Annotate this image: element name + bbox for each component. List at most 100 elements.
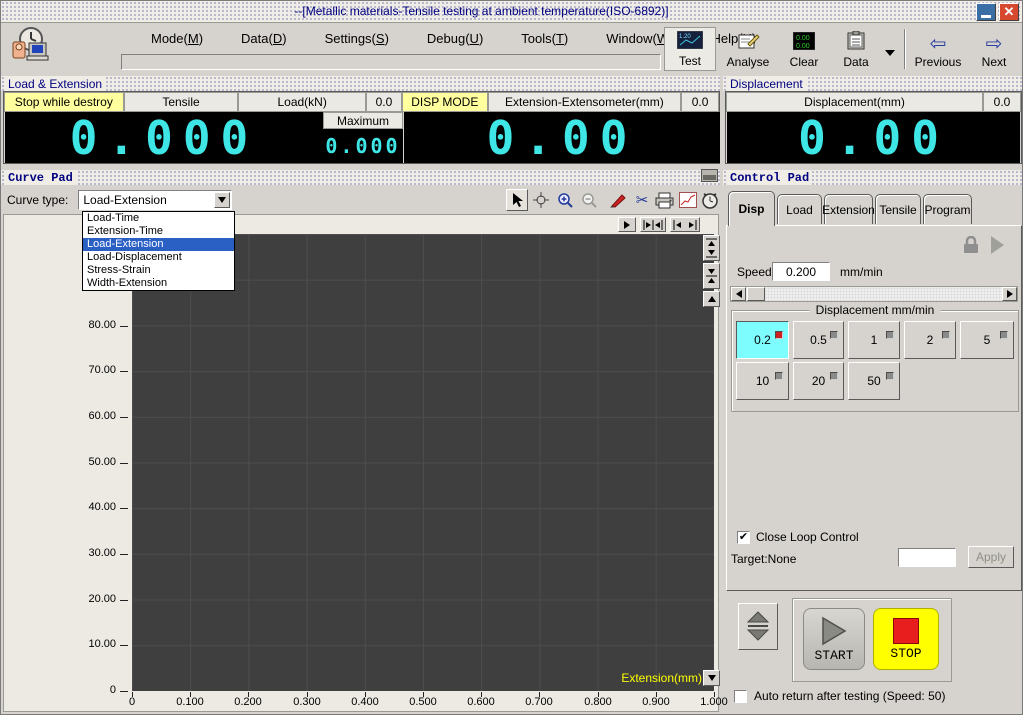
speed-preset-20[interactable]: 20 [793, 362, 844, 400]
clear-button[interactable]: 0.000.00 Clear [780, 27, 828, 71]
curve-view-button[interactable] [677, 189, 699, 211]
previous-button[interactable]: ⇦ Previous [909, 27, 967, 71]
dropdown-option[interactable]: Stress-Strain [83, 264, 234, 277]
tab-disp[interactable]: Disp [728, 191, 775, 226]
next-button[interactable]: ⇨ Next [969, 27, 1019, 71]
data-button[interactable]: Data [831, 27, 881, 71]
close-loop-checkbox[interactable]: ✔ [737, 531, 750, 544]
arrow-right-icon: ⇨ [986, 35, 1003, 53]
zoom-in-icon [557, 192, 574, 209]
load-extension-header-row: Stop while destroy Tensile Load(kN) 0.0 … [4, 92, 719, 112]
scroll-right-button[interactable] [618, 217, 636, 232]
analyse-button[interactable]: Analyse [720, 27, 776, 71]
speed-preset-10[interactable]: 10 [736, 362, 789, 400]
clipboard-icon [847, 31, 865, 53]
jog-up-down-icon [745, 610, 771, 644]
tab-program[interactable]: Program [923, 194, 972, 224]
test-button[interactable]: 1.20 Test [664, 27, 716, 71]
flag-icon [942, 331, 950, 339]
chart-plot[interactable]: Load Extension(mm) [132, 234, 714, 691]
tab-load[interactable]: Load [777, 194, 822, 224]
crosshair-tool-button[interactable] [530, 189, 552, 211]
tab-extension[interactable]: Extension [824, 194, 873, 224]
x-tick: 0 [129, 696, 135, 708]
pointer-tool-button[interactable] [506, 189, 528, 211]
pen-tool-button[interactable] [606, 189, 628, 211]
close-loop-label: Close Loop Control [756, 530, 859, 544]
speed-input[interactable] [772, 262, 830, 281]
cut-tool-button[interactable]: ✂ [631, 189, 653, 211]
stop-square-icon [893, 618, 919, 644]
menu-data[interactable]: Data(D) [241, 31, 287, 46]
auto-return-checkbox[interactable] [734, 690, 747, 703]
scrollbar-thumb[interactable] [747, 287, 765, 301]
speed-preset-2[interactable]: 2 [904, 321, 956, 359]
dropdown-option[interactable]: Width-Extension [83, 277, 234, 290]
flag-icon [775, 331, 783, 339]
extension-channel-cell: Extension-Extensometer(mm) [488, 92, 681, 112]
fit-vertical-expand-button[interactable] [703, 235, 720, 261]
scroll-up-button[interactable] [703, 291, 720, 307]
start-button[interactable]: START [803, 608, 865, 670]
speed-preset-1[interactable]: 1 [848, 321, 900, 359]
speed-preset-0.2[interactable]: 0.2 [736, 321, 789, 359]
dropdown-option[interactable]: Load-Displacement [83, 251, 234, 264]
fit-vertical-compress-button[interactable] [703, 263, 720, 289]
tab-tensile[interactable]: Tensile [875, 194, 921, 224]
stop-button[interactable]: STOP [873, 608, 939, 670]
minimize-button[interactable] [976, 3, 996, 21]
dropdown-option[interactable]: Extension-Time [83, 225, 234, 238]
dropdown-option-selected[interactable]: Load-Extension [83, 238, 234, 251]
y-tick: 70.00 [4, 364, 116, 376]
target-input[interactable] [898, 548, 956, 567]
menu-mode[interactable]: Mode(M) [151, 31, 203, 46]
clock-icon [701, 191, 719, 209]
jog-button[interactable] [738, 603, 778, 650]
print-button[interactable] [653, 189, 675, 211]
check-icon: ✔ [739, 532, 748, 543]
panel-window-icon[interactable] [701, 169, 718, 182]
load-channel-cell: Load(kN) [238, 92, 366, 112]
speed-scrollbar[interactable] [730, 286, 1018, 302]
scroll-down-button[interactable] [703, 670, 720, 686]
x-tick: 0.200 [234, 696, 262, 708]
control-pad-section-title: Control Pad [727, 171, 812, 185]
target-label: Target:None [731, 552, 796, 566]
menu-settings[interactable]: Settings(S) [325, 31, 389, 46]
fit-horizontal-expand-button[interactable] [670, 217, 700, 232]
extension-header-value: 0.0 [681, 92, 719, 112]
chevron-down-icon [885, 50, 895, 56]
zoom-in-tool-button[interactable] [554, 189, 576, 211]
speed-preset-0.5[interactable]: 0.5 [793, 321, 844, 359]
speed-preset-50[interactable]: 50 [848, 362, 900, 400]
dropdown-option[interactable]: Load-Time [83, 212, 234, 225]
speed-preset-5[interactable]: 5 [960, 321, 1014, 359]
combobox-dropdown-button[interactable] [214, 192, 230, 208]
curve-type-label: Curve type: [7, 193, 68, 207]
fit-v-expand-icon [706, 238, 717, 258]
menu-tools[interactable]: Tools(T) [521, 31, 568, 46]
y-tick: 20.00 [4, 593, 116, 605]
displacement-panel: Displacement(mm) 0.0 0.00 [725, 91, 1022, 164]
arrow-up-icon [708, 296, 716, 302]
data-dropdown-button[interactable] [885, 45, 895, 59]
y-tick: 10.00 [4, 638, 116, 650]
timer-button[interactable] [699, 189, 721, 211]
y-tick: 60.00 [4, 410, 116, 422]
scrollbar-left-button[interactable] [731, 287, 746, 301]
fit-horizontal-compress-button[interactable] [640, 217, 666, 232]
curve-type-combobox[interactable]: Load-Extension [78, 190, 232, 210]
zoom-out-icon [581, 192, 598, 209]
analyse-icon [736, 32, 760, 53]
x-tick: 0.600 [467, 696, 495, 708]
apply-button[interactable]: Apply [968, 546, 1014, 568]
control-pad-panel: Speed mm/min Displacement mm/min 0.2 0.5… [726, 225, 1022, 591]
scrollbar-right-button[interactable] [1002, 287, 1017, 301]
menu-debug[interactable]: Debug(U) [427, 31, 483, 46]
test-mode-cell: Tensile [124, 92, 239, 112]
stop-label: STOP [890, 646, 921, 661]
stop-while-destroy-button[interactable]: Stop while destroy [4, 92, 124, 112]
zoom-out-tool-button[interactable] [578, 189, 600, 211]
close-button[interactable]: ✕ [999, 3, 1019, 21]
play-indicator-icon [991, 236, 1004, 254]
